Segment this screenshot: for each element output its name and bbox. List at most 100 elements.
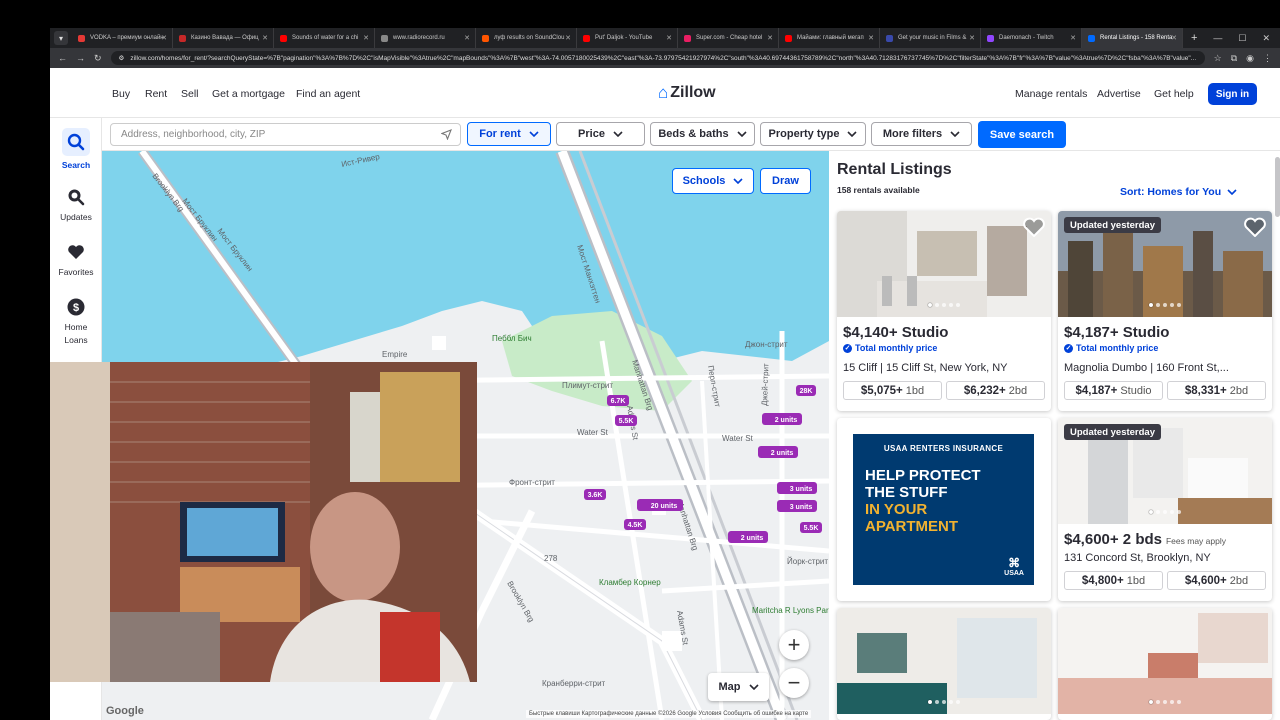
- browser-tab[interactable]: Get your music in Films & ✕: [880, 28, 981, 48]
- menu-icon[interactable]: ⋮: [1263, 53, 1272, 64]
- browser-tab[interactable]: Sounds of water for a chi ✕: [274, 28, 375, 48]
- map-pin[interactable]: 3 units: [777, 482, 817, 494]
- schools-button[interactable]: Schools: [672, 168, 754, 194]
- nav-manage-rentals[interactable]: Manage rentals: [1015, 88, 1087, 100]
- listing-photo[interactable]: Updated yesterday: [1058, 211, 1272, 317]
- sidebar-item-favorites[interactable]: Favorites: [50, 241, 102, 277]
- photo-carousel-dots[interactable]: [1058, 700, 1272, 704]
- map-attribution[interactable]: Быстрые клавиши Картографические данные …: [526, 710, 812, 718]
- draw-button[interactable]: Draw: [760, 168, 811, 194]
- browser-tab-active[interactable]: Rental Listings - 158 Renta ✕: [1082, 28, 1183, 48]
- total-monthly-price-tag[interactable]: ✓ Total monthly price: [1064, 343, 1158, 353]
- nav-rent[interactable]: Rent: [145, 88, 167, 100]
- nav-get-mortgage[interactable]: Get a mortgage: [212, 88, 285, 100]
- map-pin[interactable]: 5.5K: [615, 415, 637, 426]
- photo-carousel-dots[interactable]: [1058, 510, 1272, 514]
- profile-icon[interactable]: ◉: [1246, 53, 1254, 64]
- map-pin[interactable]: 4.5K: [624, 519, 646, 530]
- advertisement[interactable]: USAA RENTERS INSURANCE HELP PROTECT THE …: [837, 418, 1051, 601]
- nav-sell[interactable]: Sell: [181, 88, 199, 100]
- unit-option[interactable]: $4,187+ Studio: [1064, 381, 1163, 400]
- zoom-in-button[interactable]: +: [779, 630, 809, 660]
- back-icon[interactable]: ←: [58, 53, 67, 63]
- minimize-icon[interactable]: —: [1213, 33, 1222, 44]
- listing-card[interactable]: $4,140+ Studio ✓ Total monthly price 15 C…: [837, 211, 1051, 411]
- browser-tab[interactable]: луф results on SoundClou ✕: [476, 28, 577, 48]
- browser-tab[interactable]: Super.com - Cheap hotel ✕: [678, 28, 779, 48]
- map-pin[interactable]: 5.5K: [800, 522, 822, 533]
- save-search-button[interactable]: Save search: [978, 121, 1066, 148]
- photo-carousel-dots[interactable]: [837, 303, 1051, 307]
- listing-photo[interactable]: [1058, 608, 1272, 714]
- tab-close-icon[interactable]: ✕: [363, 34, 369, 42]
- extensions-icon[interactable]: ⧉: [1231, 53, 1237, 64]
- listing-card[interactable]: Updated yesterday $4,187+ Studio ✓ Total …: [1058, 211, 1272, 411]
- search-input[interactable]: Address, neighborhood, city, ZIP: [110, 123, 461, 146]
- favorite-heart-icon[interactable]: [1244, 217, 1266, 242]
- listing-photo[interactable]: [837, 211, 1051, 317]
- for-rent-filter[interactable]: For rent: [467, 122, 551, 146]
- map-pin[interactable]: 2 units: [758, 446, 798, 458]
- listing-address[interactable]: 15 Cliff | 15 Cliff St, New York, NY: [843, 362, 1045, 374]
- browser-tab[interactable]: Daemonach - Twitch ✕: [981, 28, 1082, 48]
- unit-option[interactable]: $5,075+ 1bd: [843, 381, 942, 400]
- listing-photo[interactable]: [837, 608, 1051, 714]
- more-filters-button[interactable]: More filters: [871, 122, 972, 146]
- bookmark-star-icon[interactable]: ☆: [1214, 53, 1222, 64]
- property-type-filter[interactable]: Property type: [760, 122, 866, 146]
- sort-dropdown[interactable]: Sort: Homes for You: [1120, 186, 1237, 198]
- unit-option[interactable]: $6,232+ 2bd: [946, 381, 1045, 400]
- map-pin[interactable]: 3.6K: [584, 489, 606, 500]
- listing-card[interactable]: Updated yesterday $4,600+ 2 bds Fees may …: [1058, 418, 1272, 601]
- browser-tab[interactable]: Майами: главный мегап ✕: [779, 28, 880, 48]
- tab-close-icon[interactable]: ✕: [464, 34, 470, 42]
- zoom-out-button[interactable]: −: [779, 668, 809, 698]
- browser-tab[interactable]: www.radiorecord.ru ✕: [375, 28, 476, 48]
- map-pin[interactable]: 3 units: [777, 500, 817, 512]
- listings-scrollbar[interactable]: [1275, 157, 1280, 217]
- tab-close-icon[interactable]: ✕: [262, 34, 268, 42]
- photo-carousel-dots[interactable]: [837, 700, 1051, 704]
- map-pin[interactable]: 6.7K: [607, 395, 629, 406]
- nav-advertise[interactable]: Advertise: [1097, 88, 1141, 100]
- beds-baths-filter[interactable]: Beds & baths: [650, 122, 755, 146]
- listing-photo[interactable]: Updated yesterday: [1058, 418, 1272, 524]
- tab-close-icon[interactable]: ✕: [1171, 34, 1177, 42]
- nav-buy[interactable]: Buy: [112, 88, 130, 100]
- map-pin[interactable]: 20 units: [637, 499, 683, 511]
- map-type-button[interactable]: Map: [708, 673, 769, 701]
- listing-card[interactable]: [1058, 608, 1272, 720]
- sidebar-item-home-loans[interactable]: $ Home Loans: [50, 296, 102, 345]
- tab-close-icon[interactable]: ✕: [969, 34, 975, 42]
- browser-tab[interactable]: Казино Вавада — Офиц ✕: [173, 28, 274, 48]
- sign-in-button[interactable]: Sign in: [1208, 83, 1257, 105]
- forward-icon[interactable]: →: [76, 53, 85, 63]
- tab-search-button[interactable]: ▾: [54, 31, 68, 45]
- sidebar-item-search[interactable]: Search: [50, 128, 102, 170]
- unit-option[interactable]: $4,600+ 2bd: [1167, 571, 1266, 590]
- site-info-icon[interactable]: ⚙: [119, 54, 125, 62]
- tab-close-icon[interactable]: ✕: [868, 34, 874, 42]
- window-close-icon[interactable]: ✕: [1262, 33, 1270, 44]
- tab-close-icon[interactable]: ✕: [565, 34, 571, 42]
- listing-address[interactable]: 131 Concord St, Brooklyn, NY: [1064, 552, 1266, 564]
- listing-card[interactable]: [837, 608, 1051, 720]
- tab-close-icon[interactable]: ✕: [161, 34, 167, 42]
- reload-icon[interactable]: ↻: [94, 53, 102, 64]
- unit-option[interactable]: $8,331+ 2bd: [1167, 381, 1266, 400]
- maximize-icon[interactable]: ☐: [1238, 33, 1246, 44]
- nav-get-help[interactable]: Get help: [1154, 88, 1194, 100]
- map-pin[interactable]: 2 units: [728, 531, 768, 543]
- tab-close-icon[interactable]: ✕: [1070, 34, 1076, 42]
- address-bar[interactable]: ⚙ zillow.com/homes/for_rent/?searchQueryS…: [110, 51, 1205, 65]
- sidebar-item-updates[interactable]: Updates: [50, 186, 102, 222]
- new-tab-button[interactable]: +: [1191, 32, 1197, 44]
- ad-banner[interactable]: USAA RENTERS INSURANCE HELP PROTECT THE …: [853, 434, 1034, 585]
- zillow-logo[interactable]: ⌂ Zillow: [658, 83, 716, 103]
- browser-tab[interactable]: VODKA – премиум онлайн ✕: [72, 28, 173, 48]
- location-arrow-icon[interactable]: [441, 129, 452, 140]
- nav-find-agent[interactable]: Find an agent: [296, 88, 360, 100]
- map-pin[interactable]: 28K: [796, 385, 816, 396]
- favorite-heart-icon[interactable]: [1023, 217, 1045, 242]
- browser-tab[interactable]: Put' Daljok - YouTube ✕: [577, 28, 678, 48]
